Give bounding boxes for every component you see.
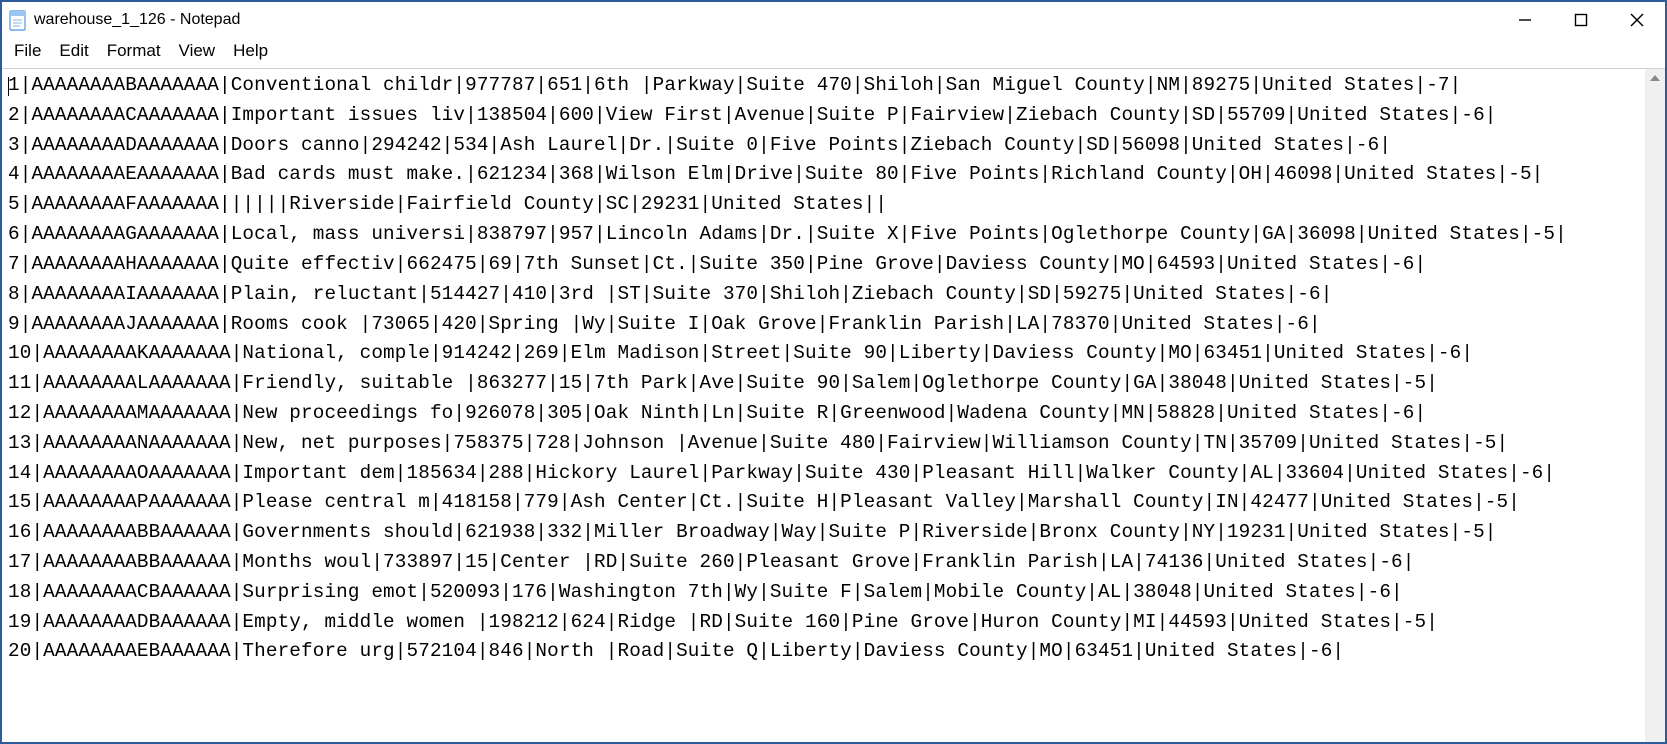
menu-format[interactable]: Format [101,40,173,62]
menu-help[interactable]: Help [227,40,280,62]
window-controls [1511,9,1657,31]
editor-line[interactable]: 5|AAAAAAAAFAAAAAAA||||||Riverside|Fairfi… [8,190,1641,220]
editor-line[interactable]: 9|AAAAAAAAJAAAAAAA|Rooms cook |73065|420… [8,310,1641,340]
editor-line[interactable]: 2|AAAAAAAACAAAAAAA|Important issues liv|… [8,101,1641,131]
editor-wrap: 1|AAAAAAAABAAAAAAA|Conventional childr|9… [2,68,1665,742]
editor-line[interactable]: 4|AAAAAAAAEAAAAAAA|Bad cards must make.|… [8,160,1641,190]
editor-line[interactable]: 8|AAAAAAAAIAAAAAAA|Plain, reluctant|5144… [8,280,1641,310]
editor-line[interactable]: 20|AAAAAAAAEBAAAAAA|Therefore urg|572104… [8,637,1641,667]
editor-line[interactable]: 19|AAAAAAAADBAAAAAA|Empty, middle women … [8,608,1641,638]
editor-line[interactable]: 7|AAAAAAAAHAAAAAAA|Quite effectiv|662475… [8,250,1641,280]
editor-line[interactable]: 12|AAAAAAAAMAAAAAAA|New proceedings fo|9… [8,399,1641,429]
editor-line[interactable]: 17|AAAAAAAABBAAAAAA|Months woul|733897|1… [8,548,1641,578]
titlebar-left: warehouse_1_126 - Notepad [8,8,240,32]
editor-line[interactable]: 1|AAAAAAAABAAAAAAA|Conventional childr|9… [8,71,1641,101]
text-editor[interactable]: 1|AAAAAAAABAAAAAAA|Conventional childr|9… [2,69,1645,742]
notepad-icon [8,8,28,32]
editor-line[interactable]: 14|AAAAAAAAOAAAAAAA|Important dem|185634… [8,459,1641,489]
menu-file[interactable]: File [10,40,53,62]
editor-line[interactable]: 3|AAAAAAAADAAAAAAA|Doors canno|294242|53… [8,131,1641,161]
vertical-scrollbar[interactable] [1645,69,1665,742]
notepad-window: warehouse_1_126 - Notepad File Edit Form… [0,0,1667,744]
window-title: warehouse_1_126 - Notepad [34,11,240,29]
editor-line[interactable]: 10|AAAAAAAAKAAAAAAA|National, comple|914… [8,339,1641,369]
titlebar[interactable]: warehouse_1_126 - Notepad [2,2,1665,38]
editor-line[interactable]: 6|AAAAAAAAGAAAAAAA|Local, mass universi|… [8,220,1641,250]
menubar: File Edit Format View Help [2,38,1665,68]
menu-edit[interactable]: Edit [53,40,100,62]
minimize-button[interactable] [1511,9,1539,31]
maximize-button[interactable] [1567,9,1595,31]
menu-view[interactable]: View [173,40,228,62]
editor-line[interactable]: 18|AAAAAAAACBAAAAAA|Surprising emot|5200… [8,578,1641,608]
editor-line[interactable]: 15|AAAAAAAAPAAAAAAA|Please central m|418… [8,488,1641,518]
editor-line[interactable]: 16|AAAAAAAABBAAAAAA|Governments should|6… [8,518,1641,548]
editor-line[interactable]: 11|AAAAAAAALAAAAAAA|Friendly, suitable |… [8,369,1641,399]
close-button[interactable] [1623,9,1651,31]
scroll-up-arrow-icon[interactable] [1650,75,1660,81]
editor-line[interactable]: 13|AAAAAAAANAAAAAAA|New, net purposes|75… [8,429,1641,459]
